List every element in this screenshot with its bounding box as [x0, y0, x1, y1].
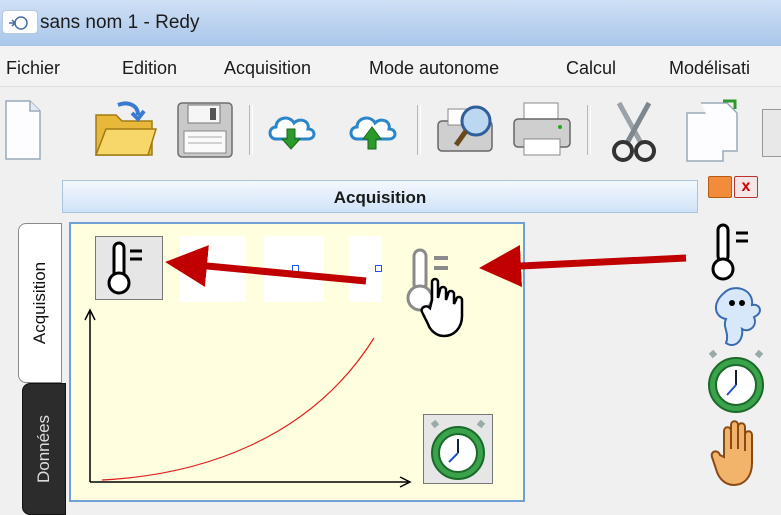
curve — [101, 337, 375, 481]
sensor-palette — [700, 213, 781, 515]
arrow-from-palette — [479, 245, 687, 287]
thermometer-icon[interactable] — [710, 221, 766, 292]
stopwatch-icon[interactable] — [704, 347, 768, 420]
preview-graph — [84, 308, 412, 488]
hand-icon[interactable] — [710, 417, 766, 492]
ghost-icon[interactable] — [704, 283, 768, 356]
stopwatch-icon — [430, 419, 486, 480]
stopwatch-button[interactable] — [423, 414, 493, 484]
arrow-to-canvas-sensor — [165, 245, 367, 287]
